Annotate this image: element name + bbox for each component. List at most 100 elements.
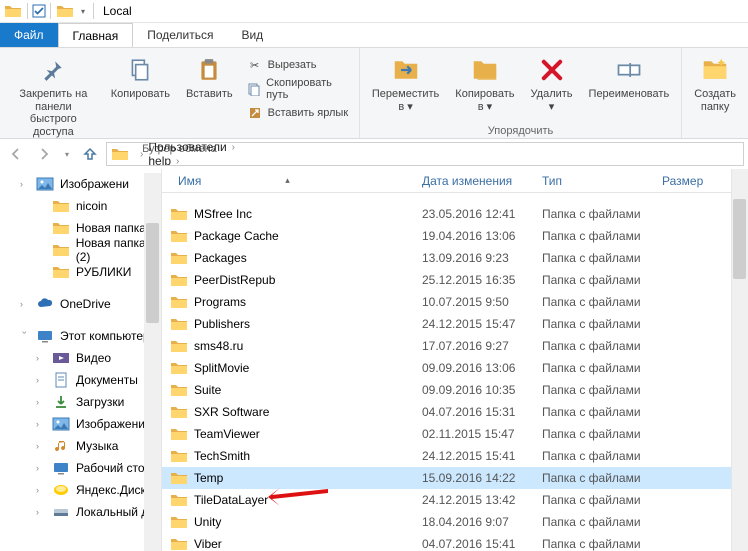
file-row[interactable]: Viber04.07.2016 15:41Папка с файлами	[162, 533, 748, 551]
copy-to-button[interactable]: Копировать в ▾	[449, 52, 520, 115]
file-row[interactable]: sms48.ru17.07.2016 9:27Папка с файлами	[162, 335, 748, 357]
breadcrumb-segment[interactable]: help›	[148, 154, 275, 166]
file-row[interactable]: Packages13.09.2016 9:23Папка с файлами	[162, 247, 748, 269]
file-row[interactable]: MSfree Inc23.05.2016 12:41Папка с файлам…	[162, 203, 748, 225]
nav-item-label: Рабочий стол	[76, 461, 151, 475]
file-scrollbar[interactable]	[731, 169, 748, 551]
nav-item[interactable]: ›Документы	[0, 369, 161, 391]
copy-path-button[interactable]: Скопировать путь	[243, 76, 353, 102]
group-label-organize: Упорядочить	[366, 125, 675, 137]
col-type[interactable]: Тип	[534, 169, 654, 193]
file-row[interactable]: Publishers24.12.2015 15:47Папка с файлам…	[162, 313, 748, 335]
file-type: Папка с файлами	[534, 207, 654, 221]
nav-label: OneDrive	[60, 297, 111, 311]
file-row[interactable]: TechSmith24.12.2015 15:41Папка с файлами	[162, 445, 748, 467]
new-folder-button[interactable]: Создать папку	[688, 52, 742, 115]
move-to-icon	[390, 54, 422, 86]
col-size[interactable]: Размер	[654, 169, 714, 193]
nav-item[interactable]: ›Загрузки	[0, 391, 161, 413]
nav-item[interactable]: Новая папка (2)	[0, 239, 161, 261]
address-bar[interactable]: › Этот компьютер›Локальный диск (C:)›Пол…	[106, 142, 744, 166]
nav-item[interactable]: ›Рабочий стол	[0, 457, 161, 479]
breadcrumb-segment[interactable]: Пользователи ›	[148, 142, 275, 154]
file-row[interactable]: Programs10.07.2015 9:50Папка с файлами	[162, 291, 748, 313]
qat-properties-icon[interactable]	[31, 3, 47, 19]
file-row[interactable]: Unity18.04.2016 9:07Папка с файлами	[162, 511, 748, 533]
nav-recent-button[interactable]: ▾	[60, 142, 74, 166]
tab-share[interactable]: Поделиться	[133, 23, 227, 47]
rename-button[interactable]: Переименовать	[583, 52, 676, 103]
nav-item[interactable]: ›Видео	[0, 347, 161, 369]
nav-onedrive[interactable]: › OneDrive	[0, 293, 161, 315]
tab-home[interactable]: Главная	[58, 23, 134, 47]
nav-item[interactable]: nicoin	[0, 195, 161, 217]
crumb-text: Пользователи	[148, 142, 226, 154]
pin-label: Закрепить на панели быстрого доступа	[12, 88, 95, 139]
delete-button[interactable]: Удалить ▾	[525, 52, 579, 115]
tab-view[interactable]: Вид	[227, 23, 277, 47]
nav-item[interactable]: РУБЛИКИ	[0, 261, 161, 283]
nav-item[interactable]: ›Музыка	[0, 435, 161, 457]
folder-icon	[170, 426, 188, 442]
nav-forward-button[interactable]	[32, 142, 56, 166]
file-date: 04.07.2016 15:31	[414, 405, 534, 419]
file-name: Viber	[194, 537, 222, 551]
file-row[interactable]: Suite09.09.2016 10:35Папка с файлами	[162, 379, 748, 401]
file-date: 04.07.2016 15:41	[414, 537, 534, 551]
folder-icon	[170, 514, 188, 530]
qat-folder-icon-2[interactable]	[54, 0, 76, 22]
nav-scrollbar[interactable]	[144, 173, 161, 551]
nav-item[interactable]: ›Изображения	[0, 413, 161, 435]
navigation-pane[interactable]: ›Изображени nicoin Новая папка Новая папка …	[0, 169, 162, 551]
chevron-down-icon: ›	[20, 331, 30, 341]
paste-shortcut-button[interactable]: Вставить ярлык	[243, 104, 353, 122]
file-row[interactable]: PeerDistRepub25.12.2015 16:35Папка с фай…	[162, 269, 748, 291]
paste-button[interactable]: Вставить	[180, 52, 239, 103]
nav-item-label: nicoin	[76, 199, 107, 213]
file-row[interactable]	[162, 193, 748, 203]
nav-item[interactable]: ›Изображени	[0, 173, 161, 195]
file-row[interactable]: SXR Software 04.07.2016 15:31Папка с файл…	[162, 401, 748, 423]
drive-icon	[52, 504, 70, 520]
copy-icon	[124, 54, 156, 86]
file-date: 02.11.2015 15:47	[414, 427, 534, 441]
nav-this-pc[interactable]: › Этот компьютер	[0, 325, 161, 347]
tab-file[interactable]: Файл	[0, 23, 58, 47]
nav-item[interactable]: ›Локальный дис	[0, 501, 161, 523]
file-date: 17.07.2016 9:27	[414, 339, 534, 353]
file-name: MSfree Inc	[194, 207, 252, 221]
copy-button[interactable]: Копировать	[105, 52, 176, 103]
chevron-right-icon: ›	[36, 375, 46, 385]
file-type: Папка с файлами	[534, 405, 654, 419]
file-row[interactable]: Temp15.09.2016 14:22Папка с файлами	[162, 467, 748, 489]
nav-back-button[interactable]	[4, 142, 28, 166]
nav-item-label: Новая папка	[76, 221, 146, 235]
file-name: SXR Software	[194, 405, 269, 419]
file-row[interactable]: TileDataLayer24.12.2015 13:42Папка с фай…	[162, 489, 748, 511]
scrollbar-thumb[interactable]	[146, 223, 159, 323]
col-name[interactable]: ▴Имя	[162, 169, 414, 193]
qat-dropdown-icon[interactable]: ▾	[76, 0, 90, 22]
scrollbar-thumb[interactable]	[733, 199, 746, 279]
chevron-right-icon: ›	[36, 419, 46, 429]
folder-icon	[52, 264, 70, 280]
crumb-text: help	[148, 154, 171, 166]
move-to-button[interactable]: Переместить в ▾	[366, 52, 445, 115]
pin-quick-access-button[interactable]: Закрепить на панели быстрого доступа	[6, 52, 101, 141]
monitor-icon	[36, 328, 54, 344]
nav-item[interactable]: ›Яндекс.Диск	[0, 479, 161, 501]
file-date: 24.12.2015 13:42	[414, 493, 534, 507]
breadcrumb-sep[interactable]: ›	[135, 149, 148, 160]
file-date: 09.09.2016 10:35	[414, 383, 534, 397]
nav-up-button[interactable]	[78, 142, 102, 166]
file-row[interactable]: TeamViewer02.11.2015 15:47Папка с файлам…	[162, 423, 748, 445]
chevron-right-icon: ›	[232, 142, 235, 153]
qat-separator	[93, 3, 94, 19]
file-date: 13.09.2016 9:23	[414, 251, 534, 265]
file-row[interactable]: SplitMovie09.09.2016 13:06Папка с файлам…	[162, 357, 748, 379]
cut-button[interactable]: ✂Вырезать	[243, 56, 353, 74]
file-type: Папка с файлами	[534, 361, 654, 375]
col-date[interactable]: Дата изменения	[414, 169, 534, 193]
qat-folder-icon[interactable]	[2, 0, 24, 22]
file-row[interactable]: Package Cache19.04.2016 13:06Папка с фай…	[162, 225, 748, 247]
